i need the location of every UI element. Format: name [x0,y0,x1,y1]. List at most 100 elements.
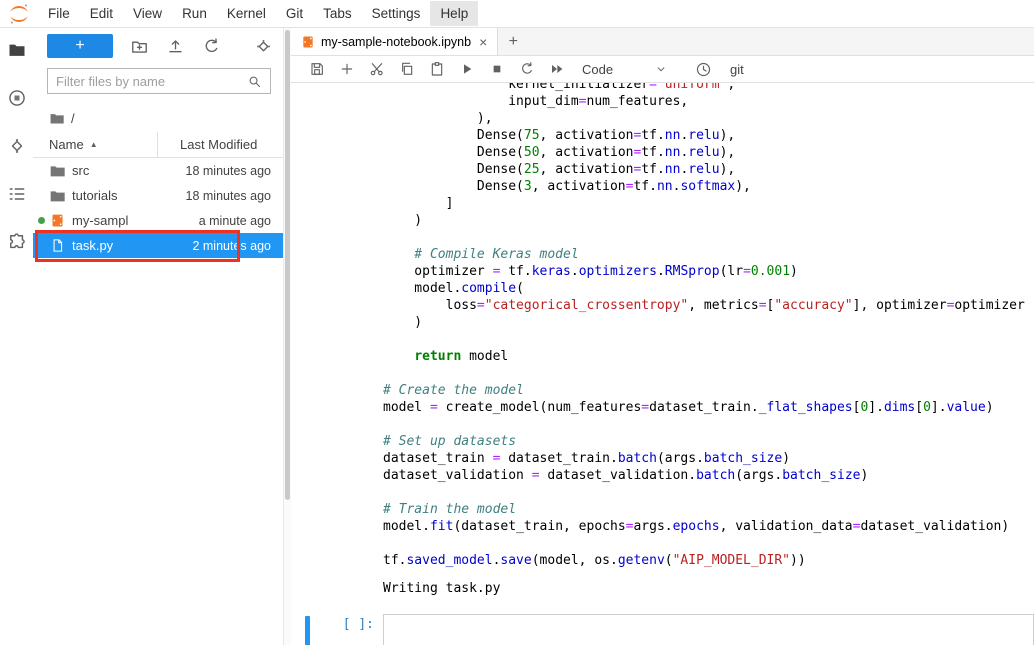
breadcrumb[interactable]: / [33,104,283,132]
file-row-tutorials[interactable]: tutorials 18 minutes ago [33,183,283,208]
dock-tab-bar: my-sample-notebook.ipynb × + [291,28,1034,56]
menu-item-run[interactable]: Run [172,1,217,26]
cell-input-prompt: [ ]: [310,614,383,636]
code-line: model.fit(dataset_train, epochs=args.epo… [383,518,1034,535]
new-launcher-button[interactable]: + [47,34,113,58]
kernel-status-clock-icon[interactable] [688,56,718,83]
notebook-file-icon [49,213,65,229]
code-line [383,331,1034,348]
cut-icon[interactable] [362,56,392,83]
git-clone-icon[interactable] [253,36,273,56]
file-row-my-sample-notebook[interactable]: my-sampl a minute ago [33,208,283,233]
code-line: Dense(75, activation=tf.nn.relu), [383,127,1034,144]
code-line: # Train the model [383,501,1034,518]
code-line: ), [383,110,1034,127]
home-folder-icon [49,111,64,126]
new-tab-button[interactable]: + [498,28,528,55]
code-line [383,229,1034,246]
code-cell-editor[interactable]: kernel_initializer="uniform", input_dim=… [291,83,1034,569]
chevron-down-icon [654,62,668,76]
tab-title: my-sample-notebook.ipynb [321,35,471,49]
code-line: return model [383,348,1034,365]
menu-item-file[interactable]: File [38,1,80,26]
main-area: my-sample-notebook.ipynb × + [291,28,1034,645]
jupyterlab-window: File Edit View Run Kernel Git Tabs Setti… [0,0,1034,645]
file-browser-icon[interactable] [7,40,27,60]
kernel-running-dot [38,217,45,224]
restart-kernel-icon[interactable] [512,56,542,83]
search-icon [247,74,262,89]
code-line: ) [383,314,1034,331]
notebook-tab-icon [301,35,315,49]
file-list: src 18 minutes ago tutorials 18 minutes … [33,158,283,258]
menu-item-help[interactable]: Help [430,1,478,26]
insert-cell-icon[interactable] [332,56,362,83]
cell-output: Writing task.py [291,580,1034,597]
code-line: Dense(50, activation=tf.nn.relu), [383,144,1034,161]
menu-item-tabs[interactable]: Tabs [313,1,362,26]
run-icon[interactable] [452,56,482,83]
python-file-icon [49,238,65,254]
running-sessions-icon[interactable] [7,88,27,108]
file-row-task-py[interactable]: task.py 2 minutes ago [33,233,283,258]
code-line: input_dim=num_features, [383,93,1034,110]
copy-icon[interactable] [392,56,422,83]
menu-item-view[interactable]: View [123,1,172,26]
cell-type-dropdown[interactable]: Code [582,62,668,77]
menu-item-settings[interactable]: Settings [362,1,431,26]
file-browser-toolbar: + [33,28,283,64]
code-line: # Set up datasets [383,433,1034,450]
scrollbar-thumb[interactable] [285,30,290,500]
table-of-contents-icon[interactable] [7,184,27,204]
menu-item-kernel[interactable]: Kernel [217,1,276,26]
jupyter-logo [8,3,30,25]
code-line: kernel_initializer="uniform", [383,83,1034,93]
menu-item-git[interactable]: Git [276,1,313,26]
upload-icon[interactable] [165,36,185,56]
column-header-name[interactable]: Name ▲ [49,132,157,157]
notebook-toolbar: Code git [291,56,1034,83]
code-line: # Compile Keras model [383,246,1034,263]
code-line: ] [383,195,1034,212]
close-icon[interactable]: × [479,34,487,50]
new-folder-icon[interactable] [129,36,149,56]
code-line [383,484,1034,501]
code-line: Dense(25, activation=tf.nn.relu), [383,161,1034,178]
code-line: dataset_validation = dataset_validation.… [383,467,1034,484]
code-line: model.compile( [383,280,1034,297]
code-line: # Create the model [383,382,1034,399]
restart-run-all-icon[interactable] [542,56,572,83]
empty-cell-editor[interactable] [383,614,1034,645]
save-icon[interactable] [302,56,332,83]
code-line: Dense(3, activation=tf.nn.softmax), [383,178,1034,195]
folder-icon [49,188,65,204]
code-line: tf.saved_model.save(model, os.getenv("AI… [383,552,1034,569]
code-line: model = create_model(num_features=datase… [383,399,1034,416]
git-sidebar-icon[interactable] [7,136,27,156]
column-header-modified[interactable]: Last Modified [157,132,283,157]
refresh-icon[interactable] [201,36,221,56]
folder-icon [49,163,65,179]
notebook-content: kernel_initializer="uniform", input_dim=… [291,83,1034,645]
filter-files-box[interactable] [47,68,271,94]
code-line: loss="categorical_crossentropy", metrics… [383,297,1034,314]
breadcrumb-root: / [71,111,75,126]
code-line: ) [383,212,1034,229]
empty-code-cell: [ ]: [291,614,1034,645]
tab-my-sample-notebook[interactable]: my-sample-notebook.ipynb × [291,28,498,55]
file-browser-panel: + / [33,28,283,645]
code-line [383,416,1034,433]
extensions-icon[interactable] [7,232,27,252]
file-row-src[interactable]: src 18 minutes ago [33,158,283,183]
code-line [383,535,1034,552]
code-line: optimizer = tf.keras.optimizers.RMSprop(… [383,263,1034,280]
activity-bar [0,28,33,645]
menu-item-edit[interactable]: Edit [80,1,123,26]
code-line: dataset_train = dataset_train.batch(args… [383,450,1034,467]
stop-icon[interactable] [482,56,512,83]
code-line [383,365,1034,382]
paste-icon[interactable] [422,56,452,83]
menubar: File Edit View Run Kernel Git Tabs Setti… [0,0,1034,28]
git-toolbar-label: git [730,62,744,77]
filter-files-input[interactable] [56,74,247,89]
